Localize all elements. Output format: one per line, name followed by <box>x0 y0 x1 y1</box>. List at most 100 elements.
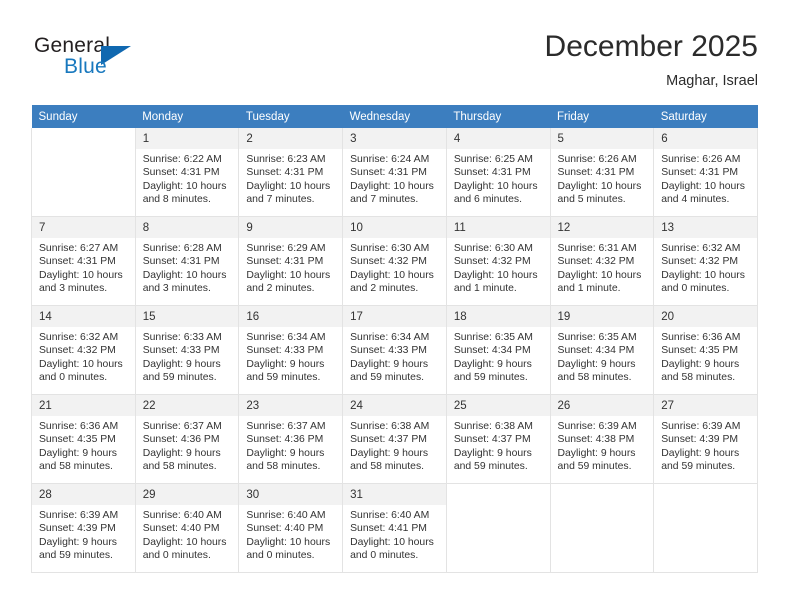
sunset-text: Sunset: 4:31 PM <box>246 167 324 179</box>
day-cell[interactable]: 4 Sunrise: 6:25 AM Sunset: 4:31 PM Dayli… <box>445 128 551 217</box>
daylight-text-line2: and 59 minutes. <box>350 372 425 384</box>
sunrise-text: Sunrise: 6:32 AM <box>39 332 119 343</box>
day-cell[interactable]: 21 Sunrise: 6:36 AM Sunset: 4:35 PM Dayl… <box>31 394 136 484</box>
sunset-text: Sunset: 4:40 PM <box>142 523 220 535</box>
day-details: Sunrise: 6:39 AM Sunset: 4:39 PM Dayligh… <box>32 505 135 563</box>
daylight-text-line2: and 7 minutes. <box>350 194 419 206</box>
daylight-text-line2: and 2 minutes. <box>350 283 419 295</box>
daylight-text-line1: Daylight: 10 hours <box>350 536 434 548</box>
day-cell[interactable]: 14 Sunrise: 6:32 AM Sunset: 4:32 PM Dayl… <box>31 305 136 395</box>
daylight-text-line1: Daylight: 10 hours <box>246 269 331 281</box>
day-details: Sunrise: 6:32 AM Sunset: 4:32 PM Dayligh… <box>654 238 757 296</box>
day-cell[interactable]: 31 Sunrise: 6:40 AM Sunset: 4:41 PM Dayl… <box>342 483 447 573</box>
day-cell[interactable]: 13 Sunrise: 6:32 AM Sunset: 4:32 PM Dayl… <box>653 216 758 306</box>
day-cell[interactable]: 12 Sunrise: 6:31 AM Sunset: 4:32 PM Dayl… <box>549 216 655 306</box>
weekday-header-row: Sunday Monday Tuesday Wednesday Thursday… <box>31 105 758 128</box>
sunset-text: Sunset: 4:32 PM <box>39 345 116 357</box>
day-details: Sunrise: 6:25 AM Sunset: 4:31 PM Dayligh… <box>447 149 550 207</box>
day-cell[interactable]: 9 Sunrise: 6:29 AM Sunset: 4:31 PM Dayli… <box>238 216 344 306</box>
sunset-text: Sunset: 4:37 PM <box>453 434 531 446</box>
day-cell[interactable]: 3 Sunrise: 6:24 AM Sunset: 4:31 PM Dayli… <box>342 128 447 217</box>
sunrise-text: Sunrise: 6:39 AM <box>661 421 741 432</box>
day-cell[interactable]: 20 Sunrise: 6:36 AM Sunset: 4:35 PM Dayl… <box>653 305 758 395</box>
daylight-text-line1: Daylight: 10 hours <box>661 269 745 281</box>
daylight-text-line1: Daylight: 9 hours <box>557 358 636 370</box>
brand-logo[interactable]: General Blue <box>34 34 154 86</box>
day-cell[interactable]: 6 Sunrise: 6:26 AM Sunset: 4:31 PM Dayli… <box>653 128 758 217</box>
daylight-text-line1: Daylight: 9 hours <box>350 358 429 370</box>
day-cell[interactable]: 27 Sunrise: 6:39 AM Sunset: 4:39 PM Dayl… <box>653 394 758 484</box>
title-block: December 2025 Maghar, Israel <box>545 30 758 91</box>
sunrise-text: Sunrise: 6:40 AM <box>142 510 222 521</box>
day-number: 7 <box>32 217 135 238</box>
day-cell[interactable]: 29 Sunrise: 6:40 AM Sunset: 4:40 PM Dayl… <box>134 483 240 573</box>
day-number: 21 <box>32 395 135 416</box>
sunset-text: Sunset: 4:35 PM <box>39 434 116 446</box>
day-cell[interactable]: 8 Sunrise: 6:28 AM Sunset: 4:31 PM Dayli… <box>134 216 240 306</box>
weekday-header-sunday: Sunday <box>31 105 136 128</box>
sunrise-text: Sunrise: 6:29 AM <box>246 243 326 254</box>
day-number: 5 <box>550 128 654 149</box>
day-details: Sunrise: 6:27 AM Sunset: 4:31 PM Dayligh… <box>32 238 135 296</box>
daylight-text-line2: and 58 minutes. <box>246 461 321 473</box>
day-cell[interactable]: 17 Sunrise: 6:34 AM Sunset: 4:33 PM Dayl… <box>342 305 447 395</box>
day-cell[interactable]: 26 Sunrise: 6:39 AM Sunset: 4:38 PM Dayl… <box>549 394 655 484</box>
day-cell[interactable]: 7 Sunrise: 6:27 AM Sunset: 4:31 PM Dayli… <box>31 216 136 306</box>
day-details: Sunrise: 6:37 AM Sunset: 4:36 PM Dayligh… <box>136 416 239 474</box>
daylight-text-line1: Daylight: 10 hours <box>350 180 434 192</box>
day-details: Sunrise: 6:23 AM Sunset: 4:31 PM Dayligh… <box>239 149 342 207</box>
day-cell <box>549 483 655 573</box>
daylight-text-line2: and 58 minutes. <box>661 372 736 384</box>
sunset-text: Sunset: 4:31 PM <box>142 256 220 268</box>
day-cell[interactable]: 23 Sunrise: 6:37 AM Sunset: 4:36 PM Dayl… <box>238 394 344 484</box>
daylight-text-line2: and 3 minutes. <box>142 283 211 295</box>
daylight-text-line2: and 6 minutes. <box>453 194 522 206</box>
daylight-text-line1: Daylight: 9 hours <box>39 536 117 548</box>
day-details: Sunrise: 6:37 AM Sunset: 4:36 PM Dayligh… <box>239 416 342 474</box>
daylight-text-line1: Daylight: 10 hours <box>39 358 123 370</box>
sunrise-text: Sunrise: 6:39 AM <box>39 510 119 521</box>
sunset-text: Sunset: 4:31 PM <box>246 256 324 268</box>
day-details: Sunrise: 6:40 AM Sunset: 4:40 PM Dayligh… <box>239 505 342 563</box>
day-cell[interactable]: 11 Sunrise: 6:30 AM Sunset: 4:32 PM Dayl… <box>445 216 551 306</box>
day-number: 11 <box>446 217 550 238</box>
day-cell[interactable]: 22 Sunrise: 6:37 AM Sunset: 4:36 PM Dayl… <box>134 394 240 484</box>
sunset-text: Sunset: 4:33 PM <box>350 345 427 357</box>
weekday-header-thursday: Thursday <box>446 105 551 128</box>
daylight-text-line2: and 0 minutes. <box>142 550 211 562</box>
sunrise-text: Sunrise: 6:38 AM <box>453 421 533 432</box>
day-number: 28 <box>32 484 135 505</box>
day-details: Sunrise: 6:24 AM Sunset: 4:31 PM Dayligh… <box>343 149 446 207</box>
day-details <box>32 149 135 153</box>
sunset-text: Sunset: 4:33 PM <box>246 345 324 357</box>
calendar-table: Sunday Monday Tuesday Wednesday Thursday… <box>31 105 758 573</box>
day-cell[interactable]: 10 Sunrise: 6:30 AM Sunset: 4:32 PM Dayl… <box>342 216 447 306</box>
day-number: 22 <box>135 395 239 416</box>
daylight-text-line1: Daylight: 9 hours <box>557 447 636 459</box>
sunset-text: Sunset: 4:36 PM <box>142 434 220 446</box>
day-cell[interactable]: 1 Sunrise: 6:22 AM Sunset: 4:31 PM Dayli… <box>134 128 240 217</box>
day-cell[interactable]: 16 Sunrise: 6:34 AM Sunset: 4:33 PM Dayl… <box>238 305 344 395</box>
daylight-text-line1: Daylight: 9 hours <box>661 447 740 459</box>
day-cell[interactable]: 30 Sunrise: 6:40 AM Sunset: 4:40 PM Dayl… <box>238 483 344 573</box>
sunset-text: Sunset: 4:31 PM <box>142 167 220 179</box>
day-details: Sunrise: 6:22 AM Sunset: 4:31 PM Dayligh… <box>136 149 239 207</box>
day-number: 2 <box>239 128 343 149</box>
day-details: Sunrise: 6:29 AM Sunset: 4:31 PM Dayligh… <box>239 238 342 296</box>
sunset-text: Sunset: 4:40 PM <box>246 523 324 535</box>
day-cell[interactable]: 2 Sunrise: 6:23 AM Sunset: 4:31 PM Dayli… <box>238 128 344 217</box>
week-row: 1 Sunrise: 6:22 AM Sunset: 4:31 PM Dayli… <box>31 128 758 217</box>
day-cell[interactable]: 18 Sunrise: 6:35 AM Sunset: 4:34 PM Dayl… <box>445 305 551 395</box>
day-cell[interactable]: 24 Sunrise: 6:38 AM Sunset: 4:37 PM Dayl… <box>342 394 447 484</box>
day-cell[interactable]: 28 Sunrise: 6:39 AM Sunset: 4:39 PM Dayl… <box>31 483 136 573</box>
day-number: 30 <box>239 484 343 505</box>
day-cell[interactable]: 5 Sunrise: 6:26 AM Sunset: 4:31 PM Dayli… <box>549 128 655 217</box>
weekday-header-friday: Friday <box>550 105 654 128</box>
day-cell[interactable]: 19 Sunrise: 6:35 AM Sunset: 4:34 PM Dayl… <box>549 305 655 395</box>
day-details: Sunrise: 6:30 AM Sunset: 4:32 PM Dayligh… <box>447 238 550 296</box>
day-number: 17 <box>343 306 446 327</box>
sunrise-text: Sunrise: 6:26 AM <box>661 154 741 165</box>
sunrise-text: Sunrise: 6:37 AM <box>246 421 326 432</box>
day-cell[interactable]: 25 Sunrise: 6:38 AM Sunset: 4:37 PM Dayl… <box>445 394 551 484</box>
day-cell[interactable]: 15 Sunrise: 6:33 AM Sunset: 4:33 PM Dayl… <box>134 305 240 395</box>
